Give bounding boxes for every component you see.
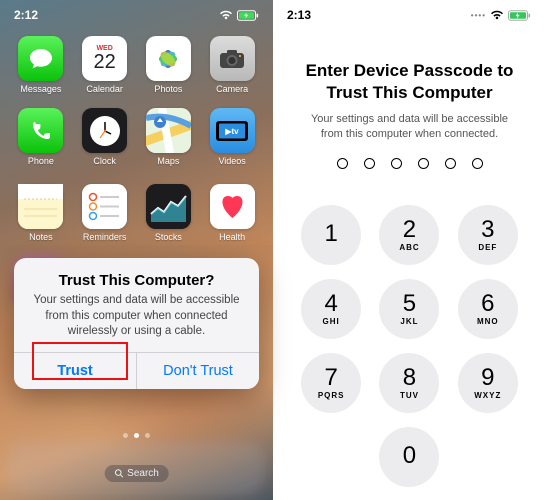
passcode-dot <box>418 158 429 169</box>
cellular-dots-icon: •••• <box>471 11 486 20</box>
app-maps[interactable]: Maps <box>142 108 196 166</box>
keypad-8[interactable]: 8TUV <box>379 353 439 413</box>
app-label: Camera <box>216 84 248 94</box>
app-label: Photos <box>154 84 182 94</box>
app-phone[interactable]: Phone <box>14 108 68 166</box>
app-label: Reminders <box>83 232 127 242</box>
passcode-dot <box>391 158 402 169</box>
passcode-dots <box>299 158 520 169</box>
passcode-title: Enter Device Passcode to Trust This Comp… <box>299 60 520 104</box>
app-photos[interactable]: Photos <box>142 36 196 94</box>
numeric-keypad: 1 2ABC 3DEF 4GHI 5JKL 6MNO 7PQRS 8TUV 9W… <box>273 183 546 487</box>
dont-trust-button[interactable]: Don't Trust <box>136 353 259 389</box>
keypad-1[interactable]: 1 <box>301 205 361 265</box>
app-videos[interactable]: ▶tv Videos <box>205 108 259 166</box>
keypad-3[interactable]: 3DEF <box>458 205 518 265</box>
search-label: Search <box>127 468 159 479</box>
wifi-icon <box>219 10 233 20</box>
camera-icon <box>210 36 255 81</box>
phone-home-screen: 2:12 Messages WED 22 <box>0 0 273 500</box>
app-label: Health <box>219 232 245 242</box>
health-icon <box>210 184 255 229</box>
battery-charging-icon <box>237 10 259 21</box>
app-notes[interactable]: Notes <box>14 184 68 242</box>
status-right <box>219 10 259 21</box>
status-right: •••• <box>471 10 532 21</box>
videos-icon: ▶tv <box>210 108 255 153</box>
keypad-5[interactable]: 5JKL <box>379 279 439 339</box>
status-time: 2:12 <box>14 8 38 22</box>
page-indicator[interactable] <box>0 433 273 438</box>
keypad-0[interactable]: 0 <box>379 427 439 487</box>
stocks-icon <box>146 184 191 229</box>
app-stocks[interactable]: Stocks <box>142 184 196 242</box>
app-label: Phone <box>28 156 54 166</box>
keypad-7[interactable]: 7PQRS <box>301 353 361 413</box>
photos-icon <box>146 36 191 81</box>
status-bar: 2:13 •••• <box>273 0 546 26</box>
messages-icon <box>18 36 63 81</box>
passcode-dot <box>472 158 483 169</box>
maps-icon <box>146 108 191 153</box>
app-health[interactable]: Health <box>205 184 259 242</box>
reminders-icon <box>82 184 127 229</box>
search-icon <box>114 469 123 478</box>
app-label: Notes <box>29 232 53 242</box>
app-label: Maps <box>157 156 179 166</box>
app-camera[interactable]: Camera <box>205 36 259 94</box>
keypad-9[interactable]: 9WXYZ <box>458 353 518 413</box>
passcode-dot <box>337 158 348 169</box>
clock-icon <box>82 108 127 153</box>
wifi-icon <box>490 10 504 20</box>
keypad-4[interactable]: 4GHI <box>301 279 361 339</box>
app-label: Clock <box>93 156 116 166</box>
phone-passcode-screen: 2:13 •••• Enter Device Passcode to Trust… <box>273 0 546 500</box>
app-label: Stocks <box>155 232 182 242</box>
app-reminders[interactable]: Reminders <box>78 184 132 242</box>
keypad-6[interactable]: 6MNO <box>458 279 518 339</box>
app-label: Calendar <box>86 84 123 94</box>
alert-title: Trust This Computer? <box>30 272 243 289</box>
spotlight-search[interactable]: Search <box>104 465 169 482</box>
keypad-2[interactable]: 2ABC <box>379 205 439 265</box>
keypad-spacer <box>458 427 518 487</box>
phone-icon <box>18 108 63 153</box>
calendar-day: 22 <box>94 52 116 72</box>
svg-text:▶tv: ▶tv <box>224 127 239 136</box>
app-label: Videos <box>218 156 245 166</box>
status-time: 2:13 <box>287 8 311 22</box>
trust-button[interactable]: Trust <box>14 353 136 389</box>
app-clock[interactable]: Clock <box>78 108 132 166</box>
app-calendar[interactable]: WED 22 Calendar <box>78 36 132 94</box>
battery-charging-icon <box>508 10 532 21</box>
keypad-spacer <box>301 427 361 487</box>
passcode-dot <box>364 158 375 169</box>
passcode-subtitle: Your settings and data will be accessibl… <box>299 112 520 142</box>
status-bar: 2:12 <box>0 0 273 26</box>
app-messages[interactable]: Messages <box>14 36 68 94</box>
calendar-icon: WED 22 <box>82 36 127 81</box>
trust-computer-alert: Trust This Computer? Your settings and d… <box>14 258 259 389</box>
passcode-dot <box>445 158 456 169</box>
alert-message: Your settings and data will be accessibl… <box>30 293 243 340</box>
passcode-header: Enter Device Passcode to Trust This Comp… <box>273 26 546 183</box>
app-label: Messages <box>20 84 61 94</box>
notes-icon <box>18 184 63 229</box>
